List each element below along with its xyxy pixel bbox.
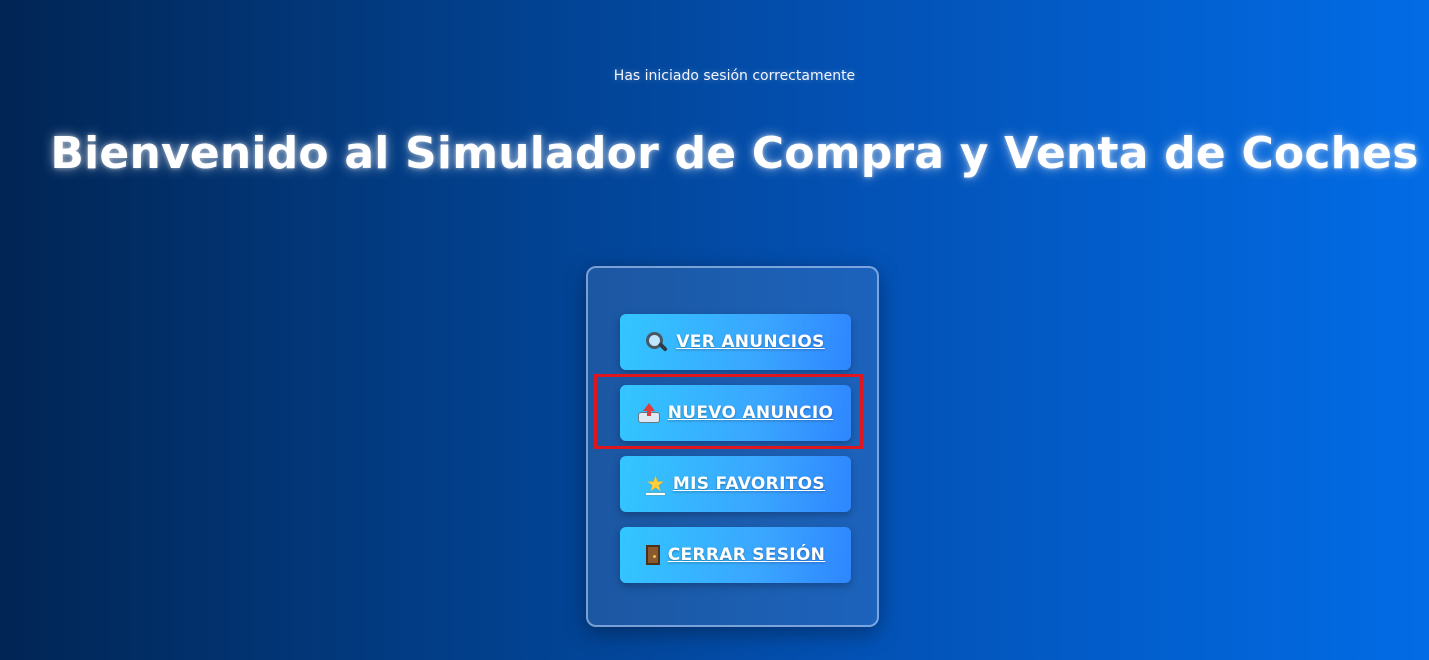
logout-label: CERRAR SESIÓN	[667, 545, 826, 565]
new-ad-label: NUEVO ANUNCIO	[667, 403, 834, 423]
upload-icon	[637, 403, 660, 423]
main-menu-panel: VER ANUNCIOS NUEVO ANUNCIO ★ MIS FAVORIT…	[586, 266, 879, 627]
door-icon	[645, 545, 660, 565]
logout-button[interactable]: CERRAR SESIÓN	[620, 527, 851, 583]
page-title: Bienvenido al Simulador de Compra y Vent…	[50, 128, 1419, 179]
magnifier-icon	[646, 332, 669, 352]
view-ads-label: VER ANUNCIOS	[676, 332, 825, 352]
view-ads-button[interactable]: VER ANUNCIOS	[620, 314, 851, 370]
star-icon: ★	[646, 471, 665, 496]
login-success-message: Has iniciado sesión correctamente	[613, 68, 856, 84]
my-favorites-label: MIS FAVORITOS	[672, 474, 825, 494]
my-favorites-button[interactable]: ★ MIS FAVORITOS	[620, 456, 851, 512]
new-ad-button[interactable]: NUEVO ANUNCIO	[620, 385, 851, 441]
